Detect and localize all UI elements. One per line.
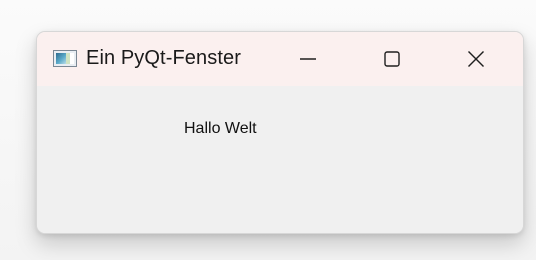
close-button[interactable] bbox=[441, 32, 511, 86]
hello-label: Hallo Welt bbox=[184, 120, 257, 137]
window-content: Hallo Welt bbox=[37, 86, 523, 233]
minimize-icon bbox=[300, 58, 316, 60]
window-title: Ein PyQt-Fenster bbox=[86, 47, 241, 69]
desktop-background: Ein PyQt-Fenster Hallo Welt bbox=[0, 0, 536, 260]
app-icon-pane bbox=[70, 53, 74, 64]
window-app-icon[interactable] bbox=[53, 50, 77, 67]
close-icon bbox=[468, 51, 484, 67]
maximize-icon bbox=[384, 51, 400, 67]
app-window: Ein PyQt-Fenster Hallo Welt bbox=[36, 31, 524, 234]
app-icon-pane bbox=[56, 53, 66, 64]
title-bar[interactable]: Ein PyQt-Fenster bbox=[37, 32, 523, 86]
maximize-button[interactable] bbox=[357, 32, 427, 86]
minimize-button[interactable] bbox=[273, 32, 343, 86]
